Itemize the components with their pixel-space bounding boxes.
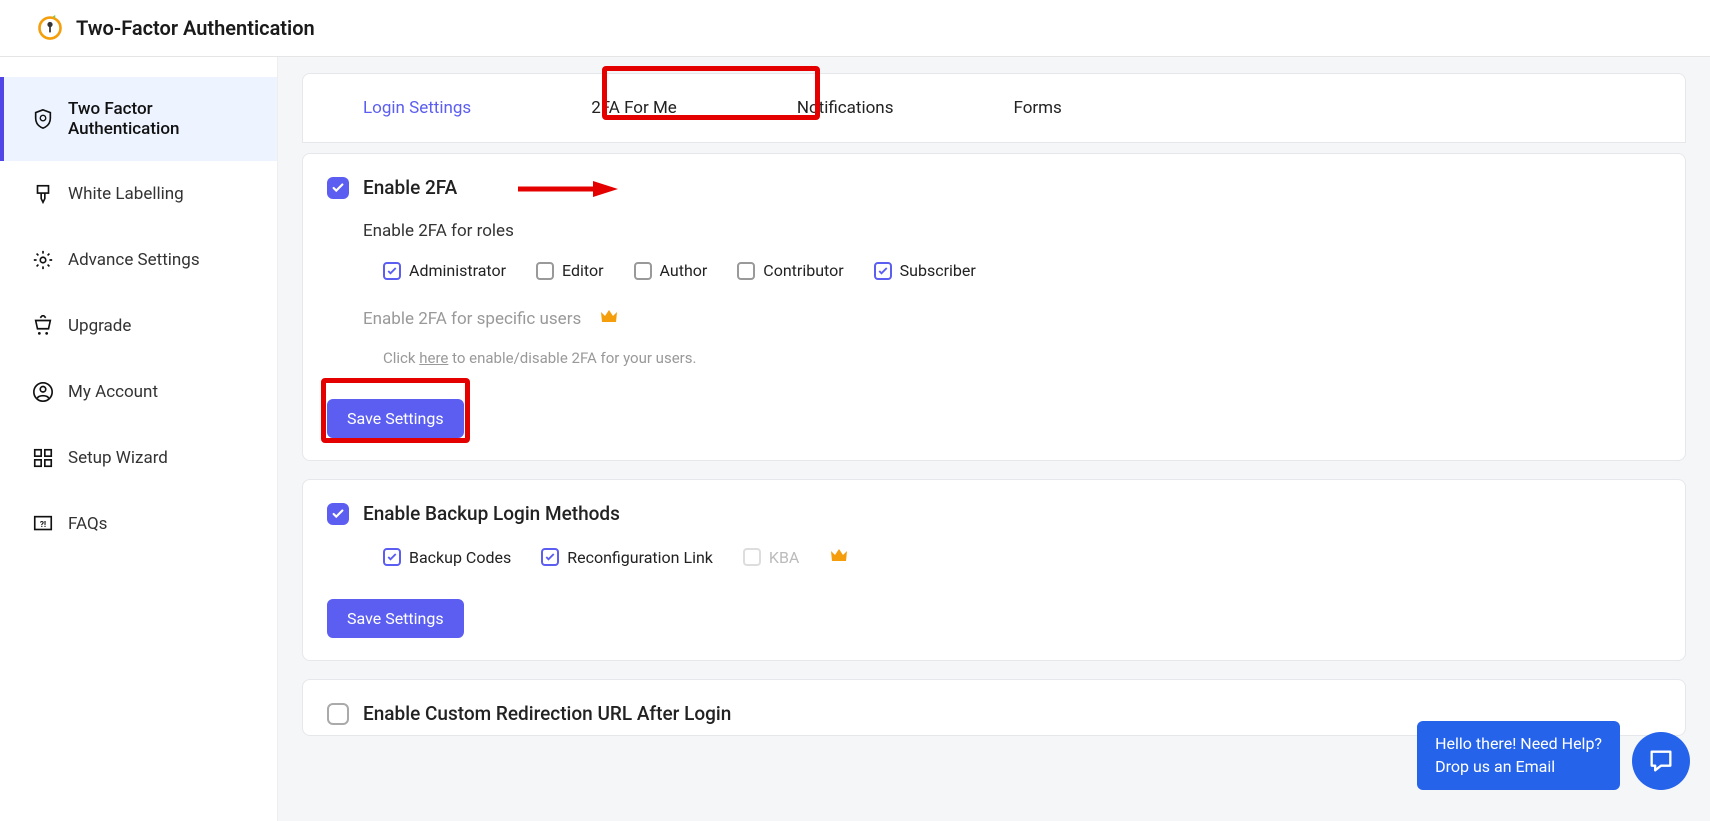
crown-icon [829, 547, 849, 567]
enable-backup-label: Enable Backup Login Methods [363, 502, 620, 525]
faq-icon: ?! [32, 513, 54, 535]
backup-methods-row: Backup Codes Reconfiguration Link KBA [383, 547, 1661, 567]
role-label: Contributor [763, 261, 843, 280]
help-line1: Hello there! Need Help? [1435, 733, 1602, 755]
sidebar-item-advanced[interactable]: Advance Settings [0, 227, 277, 293]
role-editor: Editor [536, 261, 603, 280]
sidebar-item-label: Advance Settings [68, 250, 200, 270]
sidebar-item-faqs[interactable]: ?! FAQs [0, 491, 277, 557]
method-reconfig-link: Reconfiguration Link [541, 548, 713, 567]
grid-icon [32, 447, 54, 469]
instruction-text: Click [383, 349, 416, 367]
checkbox-author[interactable] [634, 262, 652, 280]
logo-icon [36, 14, 64, 42]
paintbrush-icon [32, 183, 54, 205]
checkbox-subscriber[interactable] [874, 262, 892, 280]
checkbox-contributor[interactable] [737, 262, 755, 280]
method-label: Reconfiguration Link [567, 548, 713, 567]
specific-users-label: Enable 2FA for specific users [363, 309, 581, 329]
tab-login-settings[interactable]: Login Settings [303, 74, 531, 142]
sidebar-item-label: My Account [68, 382, 158, 402]
method-label: KBA [769, 548, 799, 567]
sidebar-item-whitelabel[interactable]: White Labelling [0, 161, 277, 227]
tab-2fa-for-me[interactable]: 2FA For Me [531, 74, 737, 142]
cart-icon [32, 315, 54, 337]
sidebar: Two Factor Authentication White Labellin… [0, 57, 278, 821]
main-area: Two Factor Authentication White Labellin… [0, 57, 1710, 821]
checkbox-reconfig-link[interactable] [541, 548, 559, 566]
role-label: Subscriber [900, 261, 976, 280]
save-settings-button[interactable]: Save Settings [327, 399, 464, 438]
sidebar-item-account[interactable]: My Account [0, 359, 277, 425]
help-line2: Drop us an Email [1435, 756, 1602, 778]
help-banner[interactable]: Hello there! Need Help? Drop us an Email [1417, 721, 1620, 790]
page-title: Two-Factor Authentication [76, 16, 315, 40]
sidebar-item-label: FAQs [68, 514, 107, 534]
gear-icon [32, 249, 54, 271]
user-icon [32, 381, 54, 403]
save-settings-button[interactable]: Save Settings [327, 599, 464, 638]
backup-methods-card: Enable Backup Login Methods Backup Codes… [302, 479, 1686, 661]
tab-forms[interactable]: Forms [953, 74, 1121, 142]
sidebar-item-label: Two Factor Authentication [68, 99, 249, 139]
crown-icon [599, 308, 619, 329]
role-author: Author [634, 261, 708, 280]
sidebar-item-label: Upgrade [68, 316, 131, 336]
role-label: Administrator [409, 261, 506, 280]
role-label: Editor [562, 261, 603, 280]
enable-redirect-checkbox[interactable] [327, 703, 349, 725]
sidebar-item-label: White Labelling [68, 184, 184, 204]
role-contributor: Contributor [737, 261, 843, 280]
tab-notifications[interactable]: Notifications [737, 74, 954, 142]
specific-users-title: Enable 2FA for specific users [363, 308, 1661, 329]
enable-2fa-card: Enable 2FA Enable 2FA for roles Administ… [302, 153, 1686, 461]
instruction-text-rest: to enable/disable 2FA for your users. [452, 349, 696, 367]
tabs: Login Settings 2FA For Me Notifications … [302, 73, 1686, 143]
sidebar-item-upgrade[interactable]: Upgrade [0, 293, 277, 359]
enable-backup-checkbox[interactable] [327, 503, 349, 525]
checkbox-kba [743, 548, 761, 566]
chat-button[interactable] [1632, 732, 1690, 790]
sidebar-item-wizard[interactable]: Setup Wizard [0, 425, 277, 491]
shield-icon [32, 108, 54, 130]
roles-title: Enable 2FA for roles [363, 221, 1661, 241]
role-subscriber: Subscriber [874, 261, 976, 280]
content: Login Settings 2FA For Me Notifications … [278, 57, 1710, 821]
method-label: Backup Codes [409, 548, 511, 567]
checkbox-backup-codes[interactable] [383, 548, 401, 566]
method-backup-codes: Backup Codes [383, 548, 511, 567]
sidebar-item-label: Setup Wizard [68, 448, 168, 468]
svg-text:?!: ?! [40, 520, 46, 530]
role-label: Author [660, 261, 708, 280]
enable-redirect-label: Enable Custom Redirection URL After Logi… [363, 702, 731, 725]
role-administrator: Administrator [383, 261, 506, 280]
method-kba: KBA [743, 548, 799, 567]
chat-icon [1647, 747, 1675, 775]
role-row: Administrator Editor Author Contributor [383, 261, 1661, 280]
sidebar-item-2fa[interactable]: Two Factor Authentication [0, 77, 277, 161]
header: Two-Factor Authentication [0, 0, 1710, 57]
checkbox-editor[interactable] [536, 262, 554, 280]
checkbox-administrator[interactable] [383, 262, 401, 280]
here-link[interactable]: here [419, 349, 448, 367]
enable-2fa-checkbox[interactable] [327, 177, 349, 199]
instruction: Click here to enable/disable 2FA for you… [383, 349, 1661, 367]
enable-2fa-label: Enable 2FA [363, 176, 457, 199]
